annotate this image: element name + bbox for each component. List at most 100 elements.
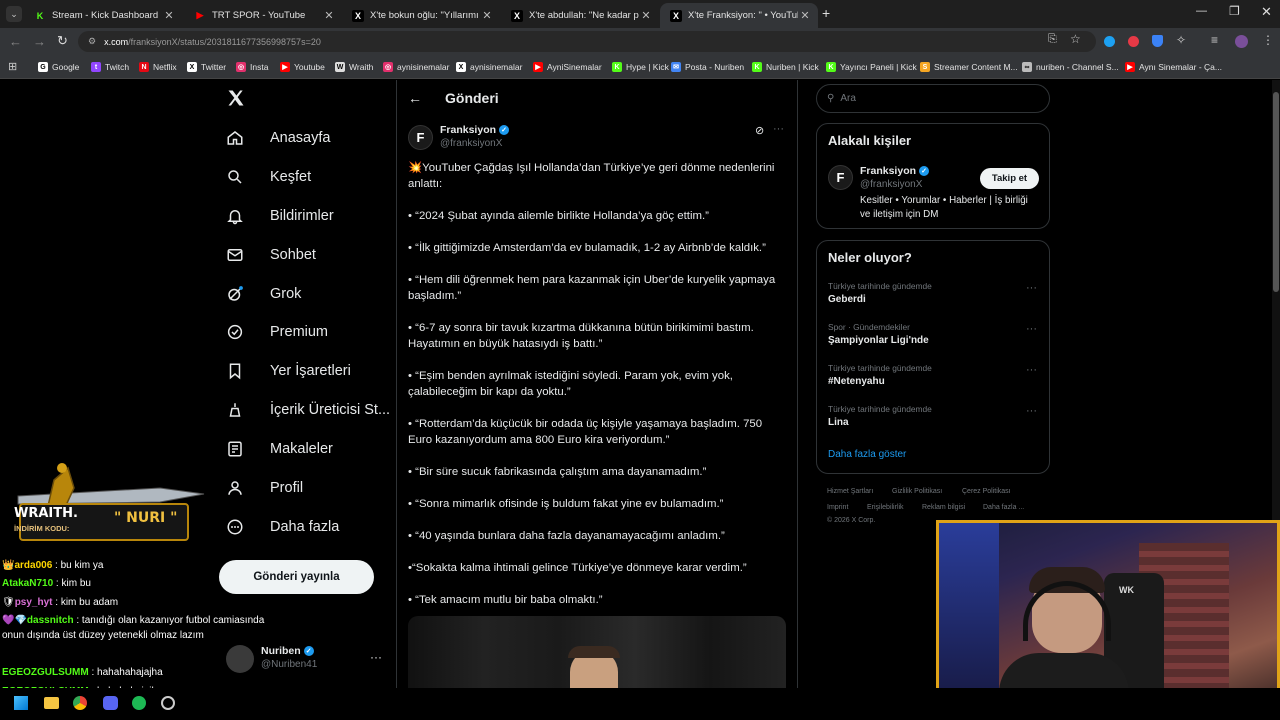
tab-search-button[interactable]: ⌄: [6, 6, 22, 22]
browser-tab[interactable]: X X'te bokun oğlu: "Yıllarımı verdi✕: [342, 3, 500, 28]
media-controls-icon[interactable]: ≡: [1211, 33, 1218, 47]
tab-close-icon[interactable]: ✕: [480, 9, 494, 22]
new-tab-button[interactable]: +: [822, 5, 830, 21]
nav-item-bell[interactable]: Bildirimler: [226, 202, 334, 230]
nav-item-article[interactable]: Makaleler: [226, 435, 333, 463]
account-menu-icon[interactable]: ···: [370, 650, 382, 664]
chat-username[interactable]: EGEOZGULSUMM: [2, 667, 89, 678]
related-name[interactable]: Franksiyon: [860, 165, 916, 177]
footer-link[interactable]: Çerez Politikası: [962, 488, 1011, 495]
back-arrow-icon[interactable]: ←: [408, 90, 422, 106]
url-bar[interactable]: ⚙ x.com/franksiyonX/status/2031811677356…: [78, 31, 1096, 52]
footer-link[interactable]: Erişilebilirlik: [867, 504, 904, 511]
trend-title[interactable]: Şampiyonlar Ligi'nde: [828, 335, 929, 346]
minimize-button[interactable]: —: [1196, 5, 1207, 17]
extensions-puzzle-icon[interactable]: ✧: [1176, 33, 1186, 47]
start-icon[interactable]: [14, 696, 28, 710]
extension-shield-icon[interactable]: [1152, 35, 1163, 47]
follow-button[interactable]: Takip et: [980, 168, 1039, 189]
chat-username[interactable]: AtakaN710: [2, 578, 53, 589]
tab-close-icon[interactable]: ✕: [798, 9, 812, 22]
trend-more-icon[interactable]: ···: [1026, 323, 1037, 335]
bookmark-favicon-icon: X: [456, 62, 466, 72]
nav-item-search[interactable]: Keşfet: [226, 163, 311, 191]
bookmark-item[interactable]: Xaynisinemalar: [456, 59, 522, 75]
nav-item-bookmark[interactable]: Yer İşaretleri: [226, 357, 351, 385]
chat-username[interactable]: dassnitch: [27, 615, 74, 626]
file-explorer-icon[interactable]: [44, 697, 59, 709]
apps-grid-icon[interactable]: ⊞: [8, 60, 17, 73]
bookmark-item[interactable]: G Google: [38, 59, 79, 75]
bookmark-item[interactable]: ▶ AyniSinemalar: [533, 59, 602, 75]
trend-title[interactable]: Lina: [828, 417, 849, 428]
tab-close-icon[interactable]: ✕: [162, 9, 176, 22]
bookmark-item[interactable]: S Streamer Content M...: [920, 59, 1018, 75]
author-avatar[interactable]: F: [408, 125, 433, 150]
forward-icon[interactable]: →: [33, 34, 46, 49]
nav-item-premium[interactable]: Premium: [226, 318, 328, 346]
bookmark-item[interactable]: K Hype | Kick: [612, 59, 669, 75]
nav-item-grok[interactable]: Grok: [226, 280, 301, 308]
related-avatar[interactable]: F: [828, 165, 853, 190]
scrollbar-thumb[interactable]: [1273, 92, 1279, 292]
trends-more-link[interactable]: Daha fazla göster: [828, 449, 906, 460]
bookmark-item[interactable]: ◎ aynisinemalar: [383, 59, 449, 75]
footer-link[interactable]: Hizmet Şartları: [827, 488, 873, 495]
nav-item-creator[interactable]: İçerik Üreticisi St...: [226, 396, 390, 424]
bookmark-item[interactable]: K Yayıncı Paneli | Kick: [826, 59, 917, 75]
trend-title[interactable]: Geberdi: [828, 294, 866, 305]
browser-tab[interactable]: K Stream - Kick Dashboard ✕: [24, 3, 182, 28]
bookmark-item[interactable]: W Wraith: [335, 59, 373, 75]
tab-close-icon[interactable]: ✕: [639, 9, 653, 22]
chat-username[interactable]: arda006: [14, 560, 52, 571]
bookmark-item[interactable]: ∞ nuriben - Channel S...: [1022, 59, 1119, 75]
bookmark-item[interactable]: K Nuriben | Kick: [752, 59, 819, 75]
footer-link[interactable]: Gizlilik Politikası: [892, 488, 942, 495]
nav-item-mail[interactable]: Sohbet: [226, 241, 316, 269]
nav-item-home[interactable]: Anasayfa: [226, 124, 330, 152]
post-more-icon[interactable]: ···: [773, 123, 784, 135]
bookmark-item[interactable]: X Twitter: [187, 59, 226, 75]
bookmark-item[interactable]: N Netflix: [139, 59, 177, 75]
search-box[interactable]: ⚲ Ara: [816, 84, 1050, 113]
trend-more-icon[interactable]: ···: [1026, 282, 1037, 294]
footer-link[interactable]: Reklam bilgisi: [922, 504, 965, 511]
chrome-icon[interactable]: [73, 696, 87, 710]
extension-red-icon[interactable]: [1128, 36, 1139, 47]
restore-button[interactable]: ❐: [1229, 4, 1240, 18]
discord-icon[interactable]: [103, 696, 118, 710]
post-video[interactable]: [408, 616, 786, 688]
star-icon[interactable]: ☆: [1070, 32, 1081, 46]
trend-title[interactable]: #Netenyahu: [828, 376, 885, 387]
kebab-menu-icon[interactable]: ⋮: [1262, 33, 1274, 47]
site-info-icon[interactable]: ⚙: [88, 36, 96, 47]
search-placeholder: Ara: [840, 93, 856, 104]
profile-avatar[interactable]: [1235, 35, 1248, 48]
bookmark-item[interactable]: t Twitch: [91, 59, 129, 75]
author-name[interactable]: Franksiyon: [440, 124, 496, 136]
nav-item-profile[interactable]: Profil: [226, 474, 303, 502]
x-logo-icon[interactable]: [226, 88, 248, 110]
browser-tab[interactable]: ▶ TRT SPOR - YouTube ✕: [184, 3, 342, 28]
extension-blue-icon[interactable]: [1104, 36, 1115, 47]
bookmark-item[interactable]: ✉ Posta - Nuriben: [671, 59, 744, 75]
close-window-button[interactable]: ✕: [1261, 4, 1272, 20]
back-icon[interactable]: ←: [9, 34, 22, 49]
trend-more-icon[interactable]: ···: [1026, 364, 1037, 376]
tab-close-icon[interactable]: ✕: [322, 9, 336, 22]
spotify-icon[interactable]: [132, 696, 146, 710]
footer-link[interactable]: Daha fazla ...: [983, 504, 1024, 511]
bookmark-item[interactable]: ▶ Youtube: [280, 59, 325, 75]
bookmark-item[interactable]: ▶ Aynı Sinemalar - Ça...: [1125, 59, 1222, 75]
footer-link[interactable]: Imprint: [827, 504, 848, 511]
reload-icon[interactable]: ↻: [57, 33, 68, 49]
bookmark-item[interactable]: ◎ Insta: [236, 59, 268, 75]
browser-tab[interactable]: X X'te Franksiyon: " • YouTuber Ç✕: [660, 3, 818, 28]
trend-more-icon[interactable]: ···: [1026, 405, 1037, 417]
obs-icon[interactable]: [161, 696, 175, 710]
grok-icon[interactable]: ⊘: [755, 124, 764, 137]
nav-item-more[interactable]: Daha fazla: [226, 513, 339, 541]
browser-tab[interactable]: X X'te abdullah: "Ne kadar popüle✕: [501, 3, 659, 28]
install-icon[interactable]: ⎘: [1048, 33, 1057, 46]
chat-username[interactable]: psy_hyt: [15, 597, 53, 608]
